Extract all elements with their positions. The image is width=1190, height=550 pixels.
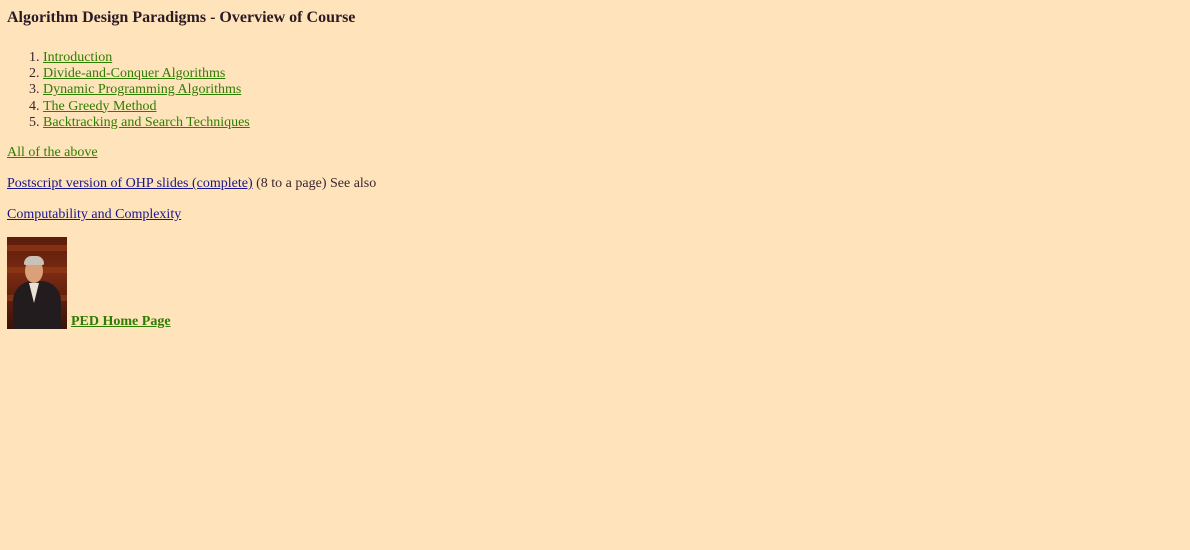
postscript-note: (8 to a page) See also — [252, 176, 377, 192]
all-above-paragraph: All of the above — [7, 145, 1190, 161]
page: Algorithm Design Paradigms - Overview of… — [0, 0, 1190, 330]
link-all-of-the-above[interactable]: All of the above — [7, 145, 98, 160]
list-item: Introduction — [43, 50, 1190, 66]
home-row: PED Home Page — [7, 237, 1190, 330]
list-item: Dynamic Programming Algorithms — [43, 82, 1190, 98]
list-item: Divide-and-Conquer Algorithms — [43, 66, 1190, 82]
list-item: The Greedy Method — [43, 99, 1190, 115]
page-title: Algorithm Design Paradigms - Overview of… — [7, 9, 356, 26]
complexity-paragraph: Computability and Complexity — [7, 207, 1190, 223]
portrait-hair — [24, 256, 44, 266]
bookshelf-stripe — [7, 245, 67, 252]
link-introduction[interactable]: Introduction — [43, 50, 112, 65]
link-divide-and-conquer[interactable]: Divide-and-Conquer Algorithms — [43, 66, 225, 81]
link-greedy-method[interactable]: The Greedy Method — [43, 99, 157, 114]
link-computability-complexity[interactable]: Computability and Complexity — [7, 207, 181, 222]
postscript-paragraph: Postscript version of OHP slides (comple… — [7, 176, 1190, 192]
link-dynamic-programming[interactable]: Dynamic Programming Algorithms — [43, 82, 241, 97]
link-ped-home-page[interactable]: PED Home Page — [71, 315, 171, 329]
link-postscript-slides[interactable]: Postscript version of OHP slides (comple… — [7, 176, 253, 191]
list-item: Backtracking and Search Techniques — [43, 115, 1190, 131]
course-contents-list: Introduction Divide-and-Conquer Algorith… — [7, 50, 1190, 131]
link-backtracking[interactable]: Backtracking and Search Techniques — [43, 115, 250, 130]
author-portrait-icon — [7, 237, 67, 330]
